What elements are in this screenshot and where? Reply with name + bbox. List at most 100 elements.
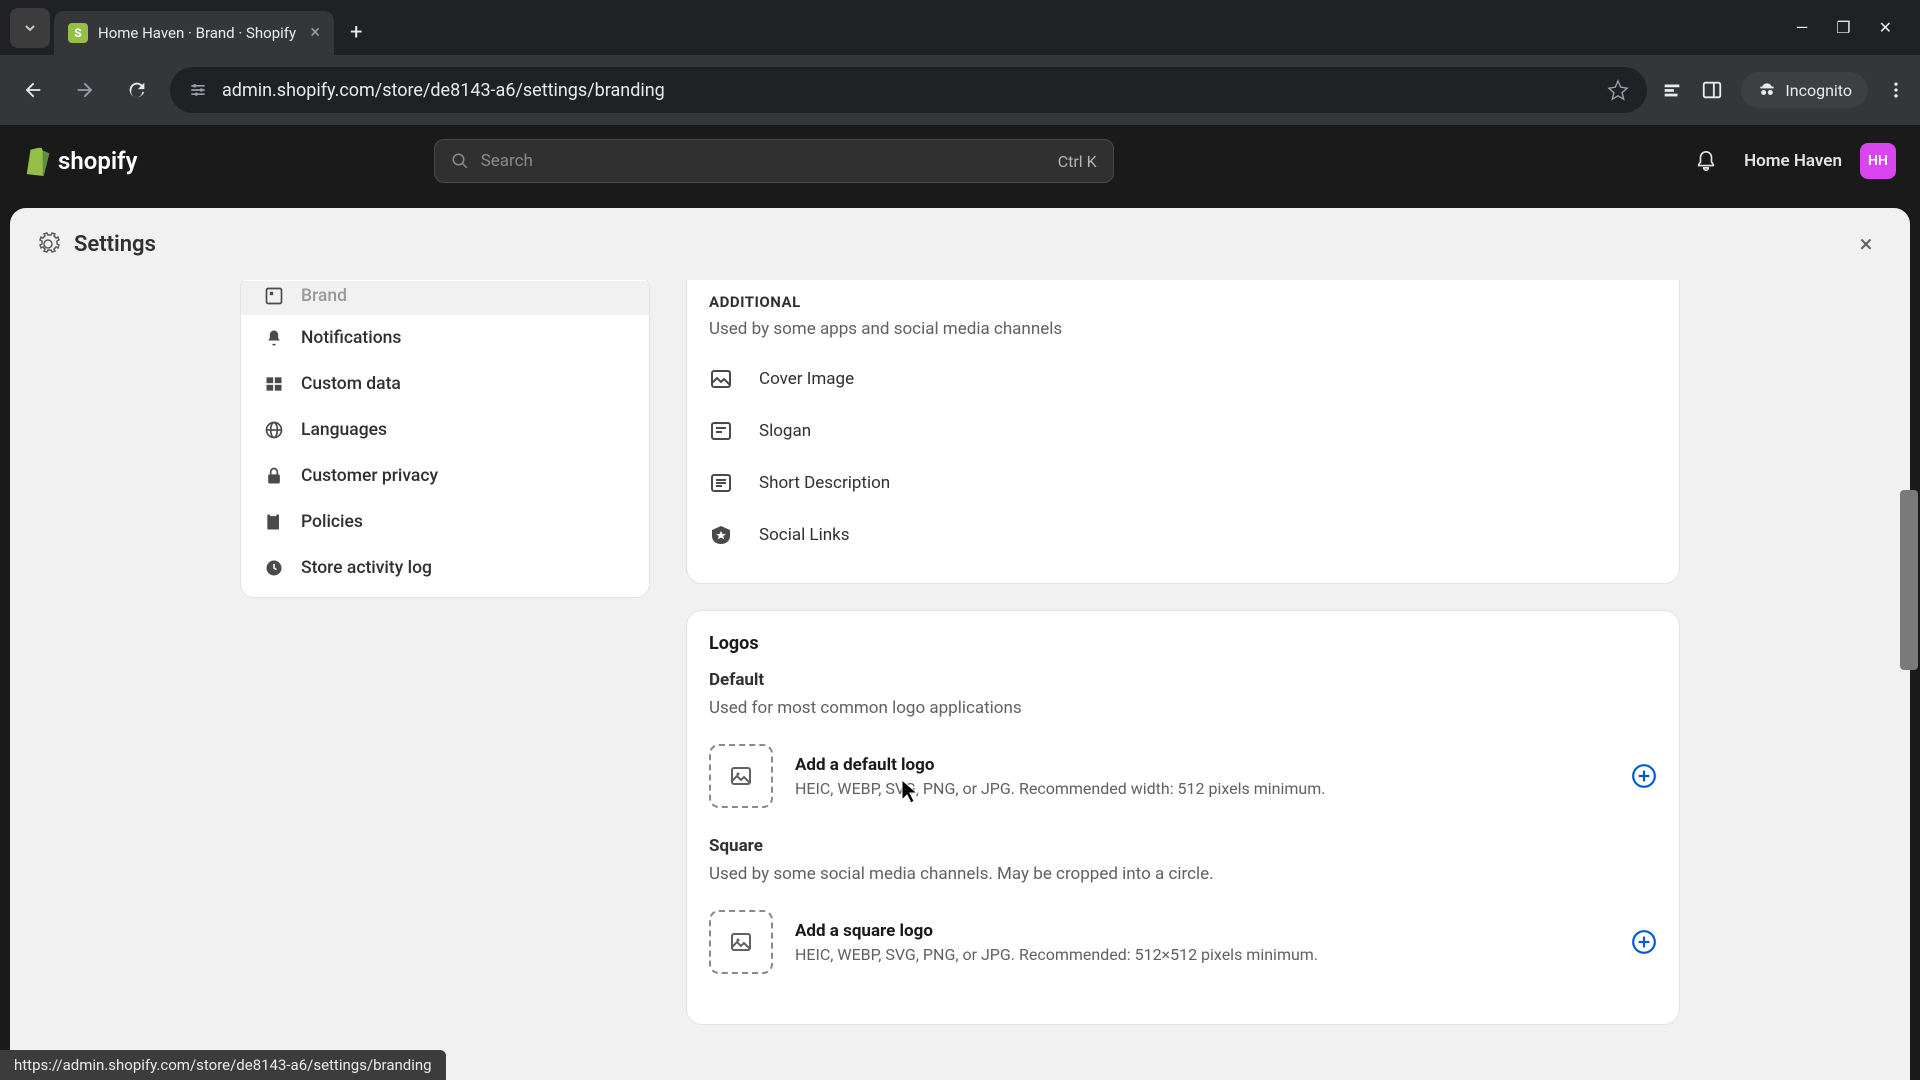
search-bar[interactable]: Search Ctrl K — [434, 139, 1114, 183]
sidebar-item-brand[interactable]: Brand — [241, 281, 649, 315]
desc-icon — [709, 471, 733, 495]
browser-menu-icon[interactable] — [1886, 80, 1906, 100]
new-tab-button[interactable]: + — [338, 20, 374, 45]
sidebar-label: Notifications — [301, 328, 401, 348]
browser-tab[interactable]: S Home Haven · Brand · Shopify × — [54, 11, 334, 55]
sidebar-label: Policies — [301, 512, 363, 532]
brand-icon — [263, 285, 285, 307]
settings-sidebar: Brand Notifications Custom data Language… — [240, 280, 650, 1080]
square-logo-upload[interactable]: Add a square logo HEIC, WEBP, SVG, PNG, … — [687, 904, 1679, 1002]
forward-button[interactable] — [66, 71, 104, 109]
default-logo-desc: Used for most common logo applications — [687, 698, 1679, 738]
main-content[interactable]: ADDITIONAL Used by some apps and social … — [686, 280, 1680, 1080]
extensions-icon[interactable] — [1661, 79, 1683, 101]
sidebar-item-notifications[interactable]: Notifications — [241, 315, 649, 361]
text-icon — [709, 419, 733, 443]
sidebar-label: Brand — [301, 286, 347, 306]
policy-icon — [263, 511, 285, 533]
scrollbar-thumb[interactable] — [1900, 490, 1918, 670]
option-short-description[interactable]: Short Description — [687, 457, 1679, 509]
social-icon — [709, 523, 733, 547]
sidebar-label: Store activity log — [301, 558, 432, 578]
shopify-header: shopify Search Ctrl K Home Haven HH — [0, 125, 1920, 197]
settings-header: Settings × — [10, 208, 1910, 280]
site-settings-icon[interactable] — [188, 80, 208, 100]
maximize-icon[interactable]: ❐ — [1836, 18, 1850, 37]
sidebar-item-customer-privacy[interactable]: Customer privacy — [241, 453, 649, 499]
shopify-logo-text: shopify — [58, 147, 138, 175]
default-logo-upload[interactable]: Add a default logo HEIC, WEBP, SVG, PNG,… — [687, 738, 1679, 836]
incognito-label: Incognito — [1785, 81, 1852, 100]
address-bar[interactable]: admin.shopify.com/store/de8143-a6/settin… — [170, 67, 1647, 113]
header-right: Home Haven HH — [1686, 141, 1896, 181]
browser-right-icons: Incognito — [1661, 72, 1906, 108]
gear-icon — [36, 232, 60, 256]
back-button[interactable] — [14, 71, 52, 109]
bookmark-star-icon[interactable] — [1607, 79, 1629, 101]
address-bar-row: admin.shopify.com/store/de8143-a6/settin… — [0, 55, 1920, 125]
incognito-icon — [1757, 80, 1777, 100]
sidebar-item-custom-data[interactable]: Custom data — [241, 361, 649, 407]
settings-title: Settings — [74, 232, 156, 257]
data-icon — [263, 373, 285, 395]
option-cover-image[interactable]: Cover Image — [687, 353, 1679, 405]
additional-desc: Used by some apps and social media chann… — [687, 319, 1679, 353]
close-settings-button[interactable]: × — [1848, 226, 1884, 262]
tab-close-icon[interactable]: × — [310, 22, 320, 43]
square-logo-heading: Square — [687, 836, 1679, 864]
sidebar-item-languages[interactable]: Languages — [241, 407, 649, 453]
upload-thumb-icon — [709, 744, 773, 808]
upload-title: Add a square logo — [795, 921, 1609, 941]
avatar[interactable]: HH — [1860, 143, 1896, 179]
option-social-links[interactable]: Social Links — [687, 509, 1679, 561]
url-text: admin.shopify.com/store/de8143-a6/settin… — [222, 80, 1593, 101]
notifications-button[interactable] — [1686, 141, 1726, 181]
logos-heading: Logos — [687, 633, 1679, 670]
reload-button[interactable] — [118, 71, 156, 109]
sidebar-label: Custom data — [301, 374, 401, 394]
option-label: Cover Image — [759, 369, 854, 389]
square-logo-desc: Used by some social media channels. May … — [687, 864, 1679, 904]
shopify-logo[interactable]: shopify — [24, 146, 138, 176]
lock-icon — [263, 465, 285, 487]
logos-card: Logos Default Used for most common logo … — [686, 610, 1680, 1025]
sidebar-item-store-activity-log[interactable]: Store activity log — [241, 545, 649, 591]
browser-chrome: S Home Haven · Brand · Shopify × + — ❐ ✕… — [0, 0, 1920, 125]
settings-body: Brand Notifications Custom data Language… — [10, 280, 1910, 1080]
incognito-badge[interactable]: Incognito — [1741, 72, 1868, 108]
sidebar-label: Customer privacy — [301, 466, 438, 486]
shopify-bag-icon — [24, 146, 52, 176]
close-window-icon[interactable]: ✕ — [1879, 18, 1892, 37]
window-controls: — ❐ ✕ — [1796, 18, 1910, 37]
status-bar: https://admin.shopify.com/store/de8143-a… — [0, 1050, 446, 1080]
default-logo-heading: Default — [687, 670, 1679, 698]
additional-title: ADDITIONAL — [687, 293, 1679, 319]
image-icon — [709, 367, 733, 391]
sidebar-item-policies[interactable]: Policies — [241, 499, 649, 545]
add-circle-icon[interactable] — [1631, 929, 1657, 955]
tab-title: Home Haven · Brand · Shopify — [98, 24, 300, 42]
tab-search-dropdown[interactable] — [10, 8, 50, 48]
option-label: Short Description — [759, 473, 890, 493]
tab-bar: S Home Haven · Brand · Shopify × + — ❐ ✕ — [0, 0, 1920, 55]
option-label: Social Links — [759, 525, 850, 545]
search-shortcut: Ctrl K — [1058, 152, 1097, 171]
activity-icon — [263, 557, 285, 579]
panel-icon[interactable] — [1701, 79, 1723, 101]
globe-icon — [263, 419, 285, 441]
store-name[interactable]: Home Haven — [1744, 151, 1842, 171]
option-slogan[interactable]: Slogan — [687, 405, 1679, 457]
search-icon — [451, 152, 469, 170]
upload-thumb-icon — [709, 910, 773, 974]
search-placeholder: Search — [481, 151, 1046, 171]
additional-card: ADDITIONAL Used by some apps and social … — [686, 280, 1680, 584]
upload-title: Add a default logo — [795, 755, 1609, 775]
minimize-icon[interactable]: — — [1796, 18, 1809, 37]
option-label: Slogan — [759, 421, 811, 441]
upload-text: Add a default logo HEIC, WEBP, SVG, PNG,… — [795, 755, 1609, 798]
upload-hint: HEIC, WEBP, SVG, PNG, or JPG. Recommende… — [795, 779, 1609, 798]
upload-hint: HEIC, WEBP, SVG, PNG, or JPG. Recommende… — [795, 945, 1609, 964]
add-circle-icon[interactable] — [1631, 763, 1657, 789]
shopify-favicon: S — [68, 23, 88, 43]
settings-panel: Settings × Brand Notifications Custom da… — [10, 208, 1910, 1080]
